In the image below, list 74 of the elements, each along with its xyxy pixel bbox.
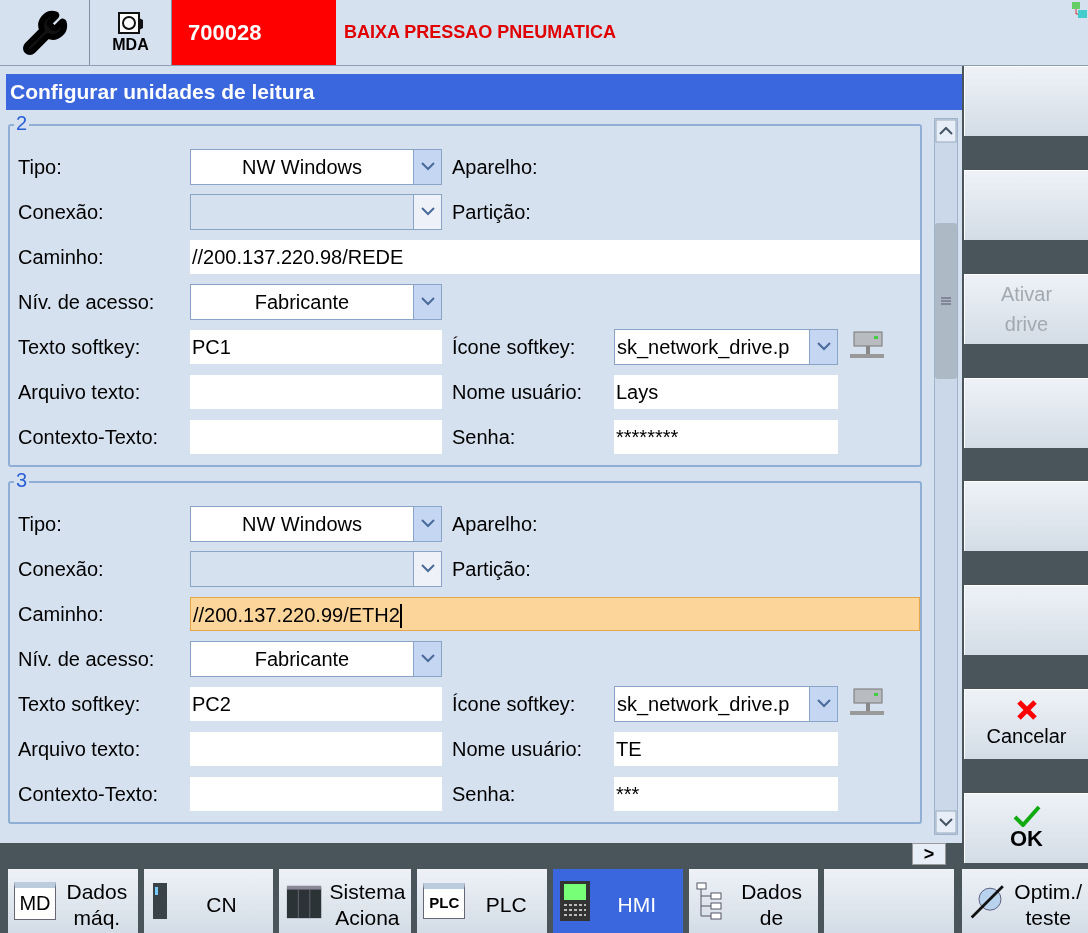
field-label: Senha: [452, 425, 516, 448]
softkey[interactable]: PLC PLC [417, 869, 547, 933]
softkey[interactable]: OK [964, 792, 1088, 863]
input-field[interactable]: Lays [614, 374, 838, 409]
field-label: Caminho: [18, 245, 104, 268]
softkey[interactable] [964, 481, 1088, 552]
input-field[interactable]: PC2 [190, 686, 442, 721]
softkey[interactable] [824, 869, 955, 933]
field-label: Aparelho: [452, 512, 538, 535]
field-label: Nív. de acesso: [18, 290, 155, 313]
input-field[interactable] [190, 776, 442, 811]
tree-structure-icon [694, 881, 725, 921]
path-input-field[interactable]: //200.137.220.99/ETH2 [190, 596, 920, 631]
softkey[interactable]: Optim./ teste [962, 869, 1088, 933]
softkey[interactable]: Cancelar [964, 689, 1088, 760]
field-label: Ícone softkey: [452, 335, 576, 358]
field-label: Caminho: [18, 602, 104, 625]
field-label: Ícone softkey: [452, 692, 576, 715]
mode-button[interactable]: MDA [90, 0, 172, 65]
field-label: Conexão: [18, 200, 104, 223]
alarm-number: 700028 [172, 0, 336, 65]
field-label: Partição: [452, 200, 531, 223]
field-label: Tipo: [18, 512, 62, 535]
close-icon [1015, 698, 1038, 721]
field-label: Texto softkey: [18, 692, 141, 715]
wrench-icon [21, 9, 68, 56]
field-label: Texto softkey: [18, 335, 141, 358]
field-label: Tipo: [18, 155, 62, 178]
softkey[interactable]: Sistema Aciona [279, 869, 412, 933]
softkey[interactable]: Dados de [688, 869, 819, 933]
field-label: Arquivo texto: [18, 737, 141, 760]
dropdown-field[interactable]: sk_network_drive.p [614, 328, 838, 365]
dropdown-field[interactable]: Fabricante [190, 640, 442, 677]
scroll-up-icon[interactable] [935, 119, 957, 143]
softkey[interactable] [964, 585, 1088, 656]
hand-icon [117, 11, 144, 36]
scroll-right-button[interactable]: > [912, 843, 946, 865]
dropdown-field[interactable]: NW Windows [190, 148, 442, 185]
field-label: Arquivo texto: [18, 380, 141, 403]
dialog-title: Configurar unidades de leitura [6, 74, 962, 110]
softkey[interactable]: HMI [553, 869, 683, 933]
softkey[interactable] [964, 169, 1088, 240]
field-label: Nome usuário: [452, 380, 583, 403]
dropdown-field[interactable]: sk_network_drive.p [614, 685, 838, 722]
input-field[interactable]: ******** [614, 419, 838, 454]
network-status-icon [1070, 0, 1088, 20]
softkey[interactable] [964, 66, 1088, 136]
field-label: Senha: [452, 782, 516, 805]
field-label: Partição: [452, 557, 531, 580]
path-input-field[interactable]: //200.137.220.98/REDE [190, 239, 920, 274]
dropdown-field[interactable]: Fabricante [190, 283, 442, 320]
scrollbar[interactable] [934, 118, 958, 835]
input-field[interactable]: PC1 [190, 329, 442, 364]
field-label: Nív. de acesso: [18, 647, 155, 670]
field-label: Conexão: [18, 557, 104, 580]
alarm-text: BAIXA PRESSAO PNEUMATICA [343, 21, 618, 44]
field-label: Contexto-Texto: [18, 425, 159, 448]
softkey[interactable] [964, 377, 1088, 448]
operator-panel-icon [559, 880, 591, 922]
field-label: Contexto-Texto: [18, 782, 159, 805]
input-field[interactable]: *** [614, 776, 838, 811]
checkmark-icon [1012, 805, 1041, 828]
md-icon: MD [14, 882, 56, 920]
scroll-thumb[interactable] [935, 223, 957, 379]
field-label: Nome usuário: [452, 737, 583, 760]
scroll-down-icon[interactable] [935, 810, 957, 834]
input-field[interactable] [190, 374, 442, 409]
plc-icon: PLC [423, 883, 466, 919]
input-field[interactable]: TE [614, 731, 838, 766]
input-field[interactable] [190, 731, 442, 766]
field-label: Aparelho: [452, 155, 538, 178]
softkey[interactable]: CN [143, 869, 274, 933]
input-field[interactable] [190, 419, 442, 454]
dropdown-field[interactable]: NW Windows [190, 505, 442, 542]
